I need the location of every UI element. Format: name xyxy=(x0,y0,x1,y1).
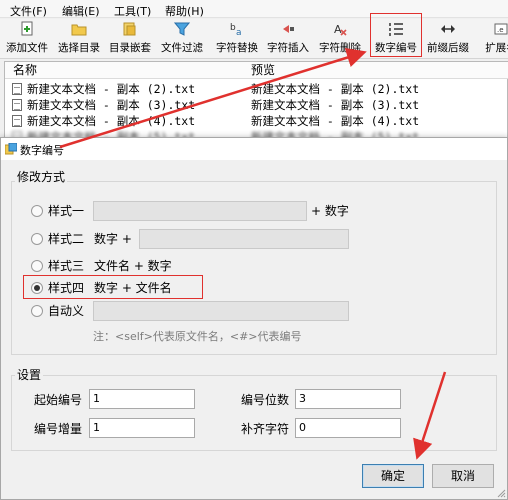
file-name: 新建文本文档 - 副本 (2).txt xyxy=(27,82,196,96)
extension-icon: .e xyxy=(494,23,508,35)
menu-help[interactable]: 帮助(H) xyxy=(165,3,204,19)
start-number-input[interactable]: 1 xyxy=(89,389,195,409)
prefix-suffix-button[interactable]: 前缀后缀 xyxy=(421,21,475,57)
style3-text: 文件名 + 数字 xyxy=(94,259,172,273)
select-directory-button[interactable]: 选择目录 xyxy=(52,21,106,57)
increment-input[interactable]: 1 xyxy=(89,418,195,438)
start-number-label: 起始编号 xyxy=(34,393,83,407)
style2-prefix: 数字 + xyxy=(94,232,132,246)
custom-text-input xyxy=(93,301,349,321)
folder-icon xyxy=(71,24,87,36)
column-preview-header[interactable]: 预览 xyxy=(251,62,275,78)
menu-file[interactable]: 文件(F) xyxy=(10,3,47,19)
dialog-title-bar[interactable]: 数字编号 xyxy=(1,138,507,160)
increment-label: 编号增量 xyxy=(34,422,83,436)
pad-char-label: 补齐字符 xyxy=(241,422,290,436)
menu-tools[interactable]: 工具(T) xyxy=(114,3,151,19)
style4-text: 数字 + 文件名 xyxy=(94,281,172,295)
add-file-icon xyxy=(21,21,33,36)
extension-label: 扩展名 xyxy=(485,42,508,54)
prefix-suffix-label: 前缀后缀 xyxy=(427,42,469,54)
prefix-suffix-icon xyxy=(441,25,455,33)
style4-radio[interactable] xyxy=(31,282,43,294)
style2-radio[interactable] xyxy=(31,233,43,245)
custom-option[interactable]: 自动义 xyxy=(31,301,351,321)
file-row[interactable]: 新建文本文档 - 副本 (2).txt 新建文本文档 - 副本 (2).txt xyxy=(5,81,508,97)
nested-directory-label: 目录嵌套 xyxy=(109,42,151,54)
delete-chars-button[interactable]: A 字符删除 xyxy=(313,21,367,57)
replace-chars-button[interactable]: ba 字符替换 xyxy=(210,21,264,57)
style3-label: 样式三 xyxy=(48,259,85,273)
numbering-dialog: 数字编号 修改方式 样式一 + 数字 样式二 数字 + 样式三 文件名 + 数字… xyxy=(0,137,508,500)
add-file-button[interactable]: 添加文件 xyxy=(0,21,54,57)
replace-chars-label: 字符替换 xyxy=(216,42,258,54)
ok-button[interactable]: 确定 xyxy=(362,464,424,488)
menu-edit[interactable]: 编辑(E) xyxy=(62,3,100,19)
digits-label: 编号位数 xyxy=(241,393,290,407)
nested-directory-button[interactable]: 目录嵌套 xyxy=(103,21,157,57)
svg-text:a: a xyxy=(236,28,242,37)
insert-chars-icon xyxy=(283,25,294,33)
style1-option[interactable]: 样式一 + 数字 xyxy=(31,201,361,221)
style1-label: 样式一 xyxy=(48,204,85,218)
file-row[interactable]: 新建文本文档 - 副本 (3).txt 新建文本文档 - 副本 (3).txt xyxy=(5,97,508,113)
text-file-icon xyxy=(12,99,22,111)
settings-group xyxy=(11,375,497,451)
app-icon xyxy=(5,143,17,155)
delete-chars-label: 字符删除 xyxy=(319,42,361,54)
file-name: 新建文本文档 - 副本 (4).txt xyxy=(27,114,196,128)
numbering-button-highlight xyxy=(370,13,422,57)
menu-bar: 文件(F) 编辑(E) 工具(T) 帮助(H) xyxy=(0,0,508,18)
delete-chars-icon: A xyxy=(334,23,347,36)
style4-label: 样式四 xyxy=(48,281,85,295)
digits-input[interactable]: 3 xyxy=(295,389,401,409)
file-filter-label: 文件过滤 xyxy=(161,42,203,54)
modify-method-legend: 修改方式 xyxy=(15,168,68,185)
text-file-icon xyxy=(12,115,22,127)
style1-radio[interactable] xyxy=(31,205,43,217)
resize-grip-icon[interactable] xyxy=(496,488,506,498)
cancel-button[interactable]: 取消 xyxy=(432,464,494,488)
insert-chars-label: 字符插入 xyxy=(267,42,309,54)
file-list-header: 名称 预览 xyxy=(5,62,508,79)
settings-legend: 设置 xyxy=(15,366,44,383)
nested-folder-icon xyxy=(123,22,136,36)
custom-radio[interactable] xyxy=(31,305,43,317)
style4-option[interactable]: 样式四 数字 + 文件名 xyxy=(31,279,201,297)
file-list[interactable]: 名称 预览 新建文本文档 - 副本 (2).txt 新建文本文档 - 副本 (2… xyxy=(4,61,508,144)
file-preview: 新建文本文档 - 副本 (3).txt xyxy=(251,98,420,112)
file-preview: 新建文本文档 - 副本 (2).txt xyxy=(251,82,420,96)
svg-text:A: A xyxy=(334,23,342,36)
style2-option[interactable]: 样式二 数字 + xyxy=(31,229,351,249)
style1-suffix: + 数字 xyxy=(311,204,349,218)
file-filter-button[interactable]: 文件过滤 xyxy=(155,21,209,57)
custom-label: 自动义 xyxy=(48,304,85,318)
file-name: 新建文本文档 - 副本 (3).txt xyxy=(27,98,196,112)
svg-text:.e: .e xyxy=(497,26,504,34)
style2-text-input xyxy=(139,229,349,249)
insert-chars-button[interactable]: 字符插入 xyxy=(261,21,315,57)
toolbar: 添加文件 选择目录 目录嵌套 文件过滤 ba 字符替换 字符插入 A 字符删除 … xyxy=(0,19,508,59)
placeholder-note: 注：<self>代表原文件名，<#>代表编号 xyxy=(93,330,302,343)
replace-chars-icon: ba xyxy=(230,23,242,37)
style3-option[interactable]: 样式三 文件名 + 数字 xyxy=(31,257,231,275)
text-file-icon xyxy=(12,83,22,95)
dialog-title: 数字编号 xyxy=(20,144,64,157)
file-preview: 新建文本文档 - 副本 (4).txt xyxy=(251,114,420,128)
file-row[interactable]: 新建文本文档 - 副本 (4).txt 新建文本文档 - 副本 (4).txt xyxy=(5,113,508,129)
add-file-label: 添加文件 xyxy=(6,42,48,54)
style2-label: 样式二 xyxy=(48,232,85,246)
filter-icon xyxy=(174,22,190,36)
extension-button[interactable]: .e 扩展名 xyxy=(474,21,508,57)
style3-radio[interactable] xyxy=(31,260,43,272)
pad-char-input[interactable]: 0 xyxy=(295,418,401,438)
column-name-header[interactable]: 名称 xyxy=(13,62,37,78)
style1-text-input xyxy=(93,201,307,221)
select-directory-label: 选择目录 xyxy=(58,42,100,54)
